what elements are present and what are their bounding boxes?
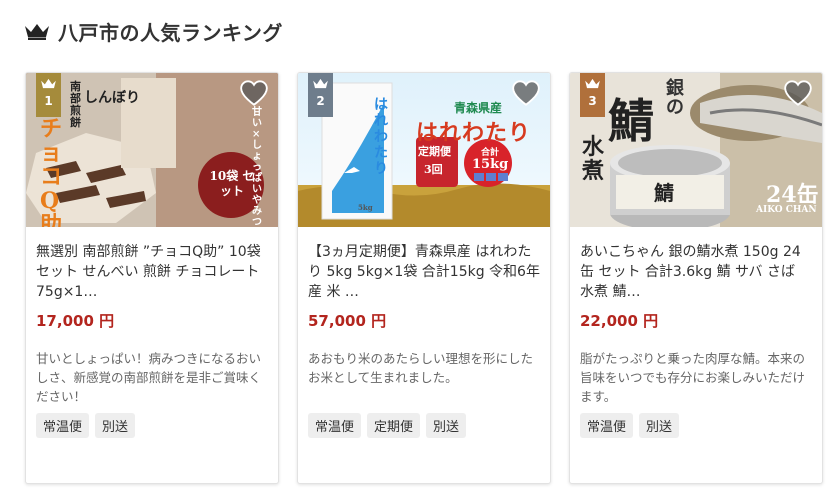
product-price: 17,000 円 <box>36 312 115 330</box>
ranking-card-1[interactable]: しんぼり 南部煎餅 チョコQ助 甘い×しょっぱい やみつきになる美味しさ 10袋… <box>25 72 279 484</box>
image-mizuni-text: 水煮 <box>582 134 605 184</box>
rank-number: 1 <box>44 94 53 108</box>
rank-badge: 2 <box>308 73 333 117</box>
tag-list: 常温便 別送 <box>36 413 268 438</box>
product-name[interactable]: あいこちゃん 銀の鯖水煮 150g 24缶 セット 合計3.6kg 鯖 サバ さ… <box>580 242 812 300</box>
tag-separate: 別送 <box>95 413 136 438</box>
rank-number: 2 <box>316 94 325 108</box>
heart-icon[interactable] <box>512 80 540 106</box>
crown-icon <box>585 78 600 89</box>
crown-icon <box>41 78 56 89</box>
tag-shipping: 常温便 <box>308 413 362 438</box>
ranking-card-3[interactable]: 銀の 鯖 水煮 鯖 24缶 AIKO CHAN 3 あいこちゃん 銀の鯖水煮 1… <box>569 72 823 484</box>
crown-icon <box>313 78 328 89</box>
image-logo-text: AIKO CHAN <box>756 205 817 215</box>
tag-list: 常温便 別送 <box>580 413 812 438</box>
image-saba-text: 鯖 <box>608 94 654 148</box>
heart-icon[interactable] <box>784 80 812 106</box>
tag-shipping: 常温便 <box>580 413 634 438</box>
rank-number: 3 <box>588 94 597 108</box>
product-price: 57,000 円 <box>308 312 387 330</box>
image-copy-text: 甘い×しょっぱい やみつきになる美味しさ <box>252 107 262 227</box>
product-description: あおもり米のあたらしい理想を形にしたお米として生まれました。 <box>308 351 534 385</box>
heart-icon[interactable] <box>240 80 268 106</box>
image-bag-text: はれわたり <box>374 97 388 177</box>
tag-separate: 別送 <box>639 413 680 438</box>
ranking-heading: 八戸市の人気ランキング <box>24 14 283 48</box>
ranking-list: しんぼり 南部煎餅 チョコQ助 甘い×しょっぱい やみつきになる美味しさ 10袋… <box>25 72 823 484</box>
rank-badge: 3 <box>580 73 605 117</box>
tag-shipping: 常温便 <box>36 413 90 438</box>
product-image[interactable]: 銀の 鯖 水煮 鯖 24缶 AIKO CHAN 3 <box>570 73 822 227</box>
product-description: 甘いとしょっぱい！病みつきになるおいしさ、新感覚の南部煎餅を是非ご賞味ください！ <box>36 351 262 404</box>
product-image[interactable]: しんぼり 南部煎餅 チョコQ助 甘い×しょっぱい やみつきになる美味しさ 10袋… <box>26 73 278 227</box>
product-price: 22,000 円 <box>580 312 659 330</box>
ranking-card-2[interactable]: 青森県産 はれわたり はれわたり 定期便 3回 合計 15kg 5kg 2 【3… <box>297 72 551 484</box>
rank-badge: 1 <box>36 73 61 117</box>
crown-icon <box>25 24 49 40</box>
image-total-text: 15kg <box>472 157 509 172</box>
product-name[interactable]: 無選別 南部煎餅 ”チョコQ助” 10袋セット せんべい 煎餅 チョコレート 7… <box>36 242 268 300</box>
tag-list: 常温便 定期便 別送 <box>308 413 540 438</box>
image-product-text: チョコQ助 <box>40 116 63 227</box>
tag-separate: 別送 <box>426 413 467 438</box>
image-maker-text: しんぼり <box>84 90 140 106</box>
image-times-text: 3回 <box>424 163 443 176</box>
image-region-text: 青森県産 <box>454 101 503 115</box>
image-brand-text: 南部煎餅 <box>70 80 81 129</box>
image-unit-text: 5kg <box>358 203 373 212</box>
product-image[interactable]: 青森県産 はれわたり はれわたり 定期便 3回 合計 15kg 5kg 2 <box>298 73 550 227</box>
image-teiki-text: 定期便 <box>418 145 451 158</box>
image-saba-can-text: 鯖 <box>654 181 674 205</box>
product-description: 脂がたっぷりと乗った肉厚な鯖。本来の旨味をいつでも存分にお楽しみいただけます。 <box>580 351 806 404</box>
page-title: 八戸市の人気ランキング <box>58 20 283 45</box>
tag-subscription: 定期便 <box>367 413 421 438</box>
image-badge-text: 10袋 セット <box>209 169 255 198</box>
image-gin-text: 銀の <box>666 78 684 118</box>
product-name[interactable]: 【3ヵ月定期便】青森県産 はれわたり 5kg 5kg×1袋 合計15kg 令和6… <box>308 242 540 300</box>
